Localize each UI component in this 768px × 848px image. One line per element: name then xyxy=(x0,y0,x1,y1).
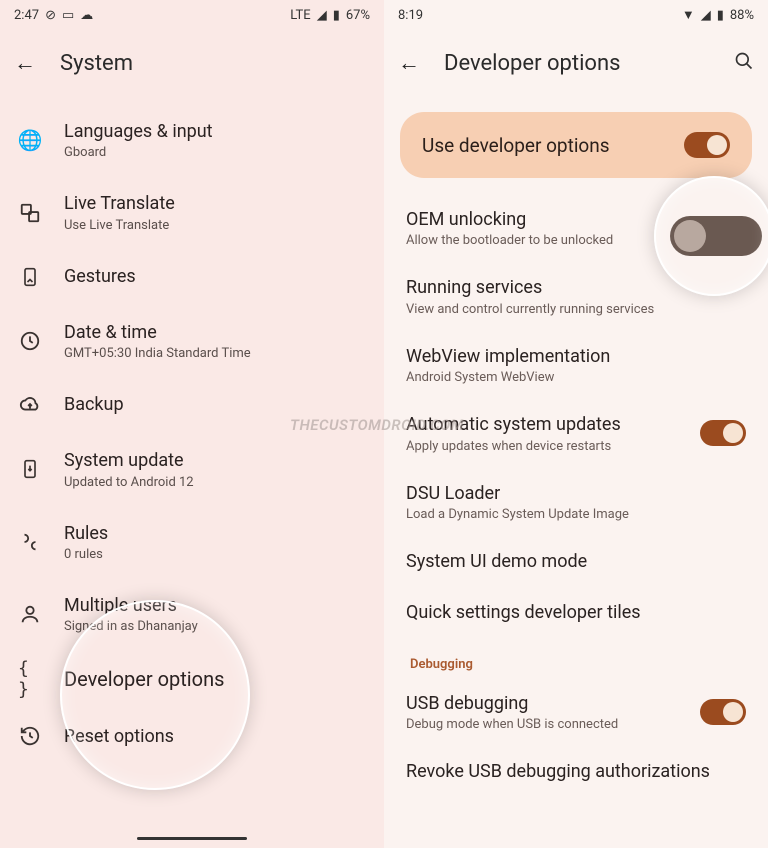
page-title: Developer options xyxy=(444,51,710,76)
page-title: System xyxy=(60,51,370,76)
item-title: System update xyxy=(64,449,366,472)
item-developer-options[interactable]: { } Developer options xyxy=(0,650,384,708)
item-dsu-loader[interactable]: DSU Loader Load a Dynamic System Update … xyxy=(388,468,764,536)
status-time: 8:19 xyxy=(398,8,423,23)
item-title: Rules xyxy=(64,522,366,545)
notif-icon: ▭ xyxy=(62,8,74,23)
history-icon xyxy=(18,724,42,748)
item-system-update[interactable]: System update Updated to Android 12 xyxy=(0,433,384,505)
battery-pct: 67% xyxy=(346,8,370,23)
item-title: Reset options xyxy=(64,725,366,748)
item-title: Languages & input xyxy=(64,120,366,143)
header: ← System xyxy=(0,30,384,96)
back-button[interactable]: ← xyxy=(14,50,36,76)
item-gestures[interactable]: Gestures xyxy=(0,249,384,305)
item-demo-mode[interactable]: System UI demo mode xyxy=(388,536,764,587)
item-title: System UI demo mode xyxy=(406,550,746,573)
item-sub: View and control currently running servi… xyxy=(406,302,746,317)
use-developer-options-toggle[interactable] xyxy=(684,132,730,158)
status-bar: 2:47 ⊘ ▭ ☁ LTE ◢ ▮ 67% xyxy=(0,0,384,30)
header: ← Developer options xyxy=(384,30,768,96)
status-time: 2:47 xyxy=(14,8,39,23)
item-sub: Load a Dynamic System Update Image xyxy=(406,507,746,522)
item-sub: Updated to Android 12 xyxy=(64,475,366,490)
settings-list: 🌐 Languages & input Gboard Live Translat… xyxy=(0,96,384,764)
item-live-translate[interactable]: Live Translate Use Live Translate xyxy=(0,176,384,248)
back-button[interactable]: ← xyxy=(398,50,420,76)
dev-options-list: OEM unlocking Allow the bootloader to be… xyxy=(384,194,768,798)
nav-indicator xyxy=(137,837,247,840)
item-title: Multiple users xyxy=(64,594,366,617)
item-title: Live Translate xyxy=(64,192,366,215)
item-title: Date & time xyxy=(64,321,366,344)
item-sub: Signed in as Dhananjay xyxy=(64,619,366,634)
clock-icon xyxy=(18,329,42,353)
item-reset-options[interactable]: Reset options xyxy=(0,708,384,764)
usb-debugging-toggle[interactable] xyxy=(700,699,746,725)
item-sub: GMT+05:30 India Standard Time xyxy=(64,346,366,361)
item-title: DSU Loader xyxy=(406,482,746,505)
search-button[interactable] xyxy=(734,51,754,76)
item-title: Revoke USB debugging authorizations xyxy=(406,760,746,783)
item-title: Automatic system updates xyxy=(406,413,684,436)
item-sub: Debug mode when USB is connected xyxy=(406,717,684,732)
item-usb-debugging[interactable]: USB debugging Debug mode when USB is con… xyxy=(388,678,764,746)
user-icon xyxy=(18,602,42,626)
cloud-icon: ☁ xyxy=(80,8,93,23)
oem-unlocking-toggle[interactable] xyxy=(670,216,762,256)
wifi-icon: ▼ xyxy=(682,7,695,23)
battery-icon: ▮ xyxy=(717,8,724,23)
item-sub: Apply updates when device restarts xyxy=(406,439,684,454)
item-rules[interactable]: Rules 0 rules xyxy=(0,506,384,578)
battery-pct: 88% xyxy=(730,8,754,23)
item-title: Backup xyxy=(64,393,366,416)
section-debugging: Debugging xyxy=(388,639,764,678)
braces-icon: { } xyxy=(18,667,42,691)
item-title: Developer options xyxy=(64,666,366,692)
item-running-services[interactable]: Running services View and control curren… xyxy=(388,262,764,330)
use-developer-options-card[interactable]: Use developer options xyxy=(400,112,752,178)
item-title: WebView implementation xyxy=(406,345,746,368)
item-multiple-users[interactable]: Multiple users Signed in as Dhananjay xyxy=(0,578,384,650)
translate-icon xyxy=(18,201,42,225)
item-revoke-usb[interactable]: Revoke USB debugging authorizations xyxy=(388,746,764,797)
signal-icon: ◢ xyxy=(701,8,711,23)
auto-updates-toggle[interactable] xyxy=(700,420,746,446)
phone-down-icon xyxy=(18,457,42,481)
dnd-icon: ⊘ xyxy=(45,8,56,23)
phone-right: 8:19 ▼ ◢ ▮ 88% ← Developer options Use d… xyxy=(384,0,768,848)
network-label: LTE xyxy=(290,8,310,23)
item-sub: Android System WebView xyxy=(406,370,746,385)
item-auto-updates[interactable]: Automatic system updates Apply updates w… xyxy=(388,399,764,467)
item-title: Running services xyxy=(406,276,746,299)
signal-icon: ◢ xyxy=(317,8,327,23)
item-date-time[interactable]: Date & time GMT+05:30 India Standard Tim… xyxy=(0,305,384,377)
status-bar: 8:19 ▼ ◢ ▮ 88% xyxy=(384,0,768,30)
item-sub: 0 rules xyxy=(64,547,366,562)
item-webview[interactable]: WebView implementation Android System We… xyxy=(388,331,764,399)
rules-icon xyxy=(18,530,42,554)
item-title: USB debugging xyxy=(406,692,684,715)
item-sub: Use Live Translate xyxy=(64,218,366,233)
item-title: Gestures xyxy=(64,265,366,288)
phone-swipe-icon xyxy=(18,265,42,289)
cloud-up-icon xyxy=(18,393,42,417)
item-sub: Gboard xyxy=(64,145,366,160)
globe-icon: 🌐 xyxy=(18,128,42,152)
toggle-label: Use developer options xyxy=(422,134,610,157)
item-quick-tiles[interactable]: Quick settings developer tiles xyxy=(388,587,764,638)
phone-left: 2:47 ⊘ ▭ ☁ LTE ◢ ▮ 67% ← System 🌐 Langua… xyxy=(0,0,384,848)
battery-icon: ▮ xyxy=(333,8,340,23)
item-title: Quick settings developer tiles xyxy=(406,601,746,624)
item-languages[interactable]: 🌐 Languages & input Gboard xyxy=(0,104,384,176)
item-backup[interactable]: Backup xyxy=(0,377,384,433)
